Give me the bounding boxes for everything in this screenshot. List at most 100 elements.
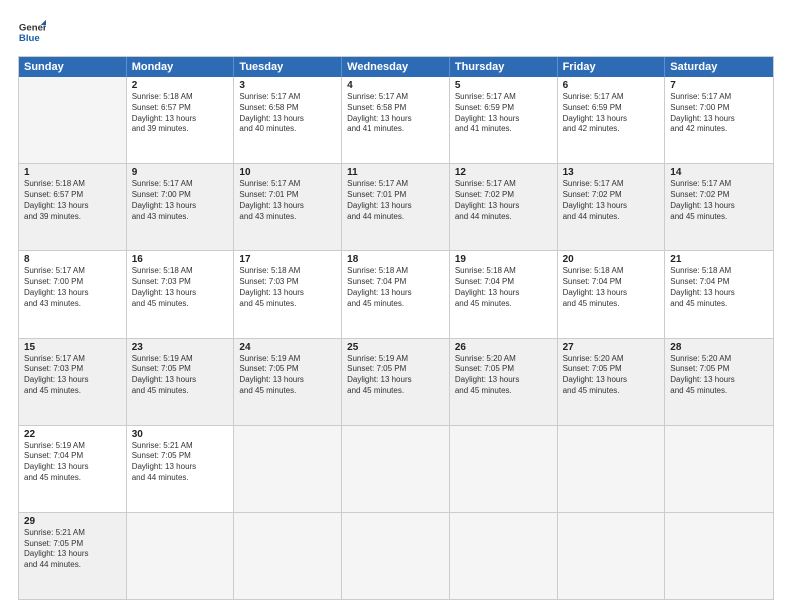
cell-info: Sunrise: 5:17 AMSunset: 6:59 PMDaylight:… <box>563 92 660 135</box>
day-number: 10 <box>239 167 336 178</box>
calendar-row: 15Sunrise: 5:17 AMSunset: 7:03 PMDayligh… <box>19 338 773 425</box>
calendar-body: 2Sunrise: 5:18 AMSunset: 6:57 PMDaylight… <box>19 77 773 599</box>
day-number: 27 <box>563 342 660 353</box>
cell-info: Sunrise: 5:18 AMSunset: 7:04 PMDaylight:… <box>563 266 660 309</box>
day-number: 8 <box>24 254 121 265</box>
day-number: 18 <box>347 254 444 265</box>
calendar-cell: 24Sunrise: 5:19 AMSunset: 7:05 PMDayligh… <box>234 339 342 425</box>
cell-info: Sunrise: 5:20 AMSunset: 7:05 PMDaylight:… <box>670 354 768 397</box>
calendar-cell: 15Sunrise: 5:17 AMSunset: 7:03 PMDayligh… <box>19 339 127 425</box>
calendar-cell: 7Sunrise: 5:17 AMSunset: 7:00 PMDaylight… <box>665 77 773 163</box>
calendar-cell <box>450 426 558 512</box>
calendar-cell: 23Sunrise: 5:19 AMSunset: 7:05 PMDayligh… <box>127 339 235 425</box>
cell-info: Sunrise: 5:17 AMSunset: 6:58 PMDaylight:… <box>239 92 336 135</box>
calendar-cell: 29Sunrise: 5:21 AMSunset: 7:05 PMDayligh… <box>19 513 127 599</box>
calendar-row: 8Sunrise: 5:17 AMSunset: 7:00 PMDaylight… <box>19 250 773 337</box>
weekday-header: Saturday <box>665 57 773 77</box>
day-number: 1 <box>24 167 121 178</box>
day-number: 22 <box>24 429 121 440</box>
day-number: 12 <box>455 167 552 178</box>
calendar: SundayMondayTuesdayWednesdayThursdayFrid… <box>18 56 774 600</box>
calendar-cell: 21Sunrise: 5:18 AMSunset: 7:04 PMDayligh… <box>665 251 773 337</box>
cell-info: Sunrise: 5:21 AMSunset: 7:05 PMDaylight:… <box>132 441 229 484</box>
calendar-cell: 30Sunrise: 5:21 AMSunset: 7:05 PMDayligh… <box>127 426 235 512</box>
cell-info: Sunrise: 5:17 AMSunset: 7:02 PMDaylight:… <box>455 179 552 222</box>
calendar-cell <box>342 426 450 512</box>
day-number: 25 <box>347 342 444 353</box>
calendar-cell: 9Sunrise: 5:17 AMSunset: 7:00 PMDaylight… <box>127 164 235 250</box>
day-number: 6 <box>563 80 660 91</box>
day-number: 7 <box>670 80 768 91</box>
day-number: 13 <box>563 167 660 178</box>
day-number: 23 <box>132 342 229 353</box>
cell-info: Sunrise: 5:19 AMSunset: 7:05 PMDaylight:… <box>347 354 444 397</box>
calendar-cell: 10Sunrise: 5:17 AMSunset: 7:01 PMDayligh… <box>234 164 342 250</box>
logo-icon: General Blue <box>18 18 46 46</box>
day-number: 30 <box>132 429 229 440</box>
calendar-cell <box>558 513 666 599</box>
cell-info: Sunrise: 5:18 AMSunset: 7:04 PMDaylight:… <box>347 266 444 309</box>
calendar-cell <box>665 513 773 599</box>
calendar-cell: 20Sunrise: 5:18 AMSunset: 7:04 PMDayligh… <box>558 251 666 337</box>
calendar-header: SundayMondayTuesdayWednesdayThursdayFrid… <box>19 57 773 77</box>
calendar-cell: 25Sunrise: 5:19 AMSunset: 7:05 PMDayligh… <box>342 339 450 425</box>
cell-info: Sunrise: 5:18 AMSunset: 7:04 PMDaylight:… <box>455 266 552 309</box>
svg-text:Blue: Blue <box>19 33 40 44</box>
cell-info: Sunrise: 5:17 AMSunset: 7:02 PMDaylight:… <box>670 179 768 222</box>
day-number: 5 <box>455 80 552 91</box>
calendar-cell: 6Sunrise: 5:17 AMSunset: 6:59 PMDaylight… <box>558 77 666 163</box>
cell-info: Sunrise: 5:19 AMSunset: 7:05 PMDaylight:… <box>132 354 229 397</box>
calendar-cell: 22Sunrise: 5:19 AMSunset: 7:04 PMDayligh… <box>19 426 127 512</box>
day-number: 2 <box>132 80 229 91</box>
weekday-header: Thursday <box>450 57 558 77</box>
day-number: 21 <box>670 254 768 265</box>
cell-info: Sunrise: 5:18 AMSunset: 7:03 PMDaylight:… <box>239 266 336 309</box>
calendar-cell: 14Sunrise: 5:17 AMSunset: 7:02 PMDayligh… <box>665 164 773 250</box>
calendar-cell: 16Sunrise: 5:18 AMSunset: 7:03 PMDayligh… <box>127 251 235 337</box>
day-number: 4 <box>347 80 444 91</box>
weekday-header: Tuesday <box>234 57 342 77</box>
calendar-cell: 12Sunrise: 5:17 AMSunset: 7:02 PMDayligh… <box>450 164 558 250</box>
calendar-cell <box>127 513 235 599</box>
calendar-cell: 1Sunrise: 5:18 AMSunset: 6:57 PMDaylight… <box>19 164 127 250</box>
weekday-header: Wednesday <box>342 57 450 77</box>
cell-info: Sunrise: 5:18 AMSunset: 6:57 PMDaylight:… <box>132 92 229 135</box>
calendar-cell <box>234 513 342 599</box>
calendar-cell <box>342 513 450 599</box>
calendar-cell: 11Sunrise: 5:17 AMSunset: 7:01 PMDayligh… <box>342 164 450 250</box>
day-number: 26 <box>455 342 552 353</box>
cell-info: Sunrise: 5:18 AMSunset: 7:03 PMDaylight:… <box>132 266 229 309</box>
calendar-cell: 26Sunrise: 5:20 AMSunset: 7:05 PMDayligh… <box>450 339 558 425</box>
cell-info: Sunrise: 5:19 AMSunset: 7:04 PMDaylight:… <box>24 441 121 484</box>
day-number: 14 <box>670 167 768 178</box>
cell-info: Sunrise: 5:17 AMSunset: 7:02 PMDaylight:… <box>563 179 660 222</box>
day-number: 19 <box>455 254 552 265</box>
cell-info: Sunrise: 5:17 AMSunset: 7:01 PMDaylight:… <box>347 179 444 222</box>
cell-info: Sunrise: 5:17 AMSunset: 7:03 PMDaylight:… <box>24 354 121 397</box>
day-number: 11 <box>347 167 444 178</box>
calendar-cell <box>234 426 342 512</box>
cell-info: Sunrise: 5:18 AMSunset: 7:04 PMDaylight:… <box>670 266 768 309</box>
calendar-row: 2Sunrise: 5:18 AMSunset: 6:57 PMDaylight… <box>19 77 773 163</box>
header: General Blue <box>18 18 774 46</box>
calendar-cell: 4Sunrise: 5:17 AMSunset: 6:58 PMDaylight… <box>342 77 450 163</box>
cell-info: Sunrise: 5:19 AMSunset: 7:05 PMDaylight:… <box>239 354 336 397</box>
cell-info: Sunrise: 5:17 AMSunset: 6:58 PMDaylight:… <box>347 92 444 135</box>
calendar-cell: 19Sunrise: 5:18 AMSunset: 7:04 PMDayligh… <box>450 251 558 337</box>
calendar-cell: 8Sunrise: 5:17 AMSunset: 7:00 PMDaylight… <box>19 251 127 337</box>
calendar-cell: 18Sunrise: 5:18 AMSunset: 7:04 PMDayligh… <box>342 251 450 337</box>
calendar-cell <box>558 426 666 512</box>
calendar-row: 22Sunrise: 5:19 AMSunset: 7:04 PMDayligh… <box>19 425 773 512</box>
cell-info: Sunrise: 5:21 AMSunset: 7:05 PMDaylight:… <box>24 528 121 571</box>
calendar-cell: 2Sunrise: 5:18 AMSunset: 6:57 PMDaylight… <box>127 77 235 163</box>
cell-info: Sunrise: 5:17 AMSunset: 7:00 PMDaylight:… <box>132 179 229 222</box>
cell-info: Sunrise: 5:20 AMSunset: 7:05 PMDaylight:… <box>563 354 660 397</box>
weekday-header: Monday <box>127 57 235 77</box>
cell-info: Sunrise: 5:17 AMSunset: 7:01 PMDaylight:… <box>239 179 336 222</box>
day-number: 3 <box>239 80 336 91</box>
calendar-row: 1Sunrise: 5:18 AMSunset: 6:57 PMDaylight… <box>19 163 773 250</box>
weekday-header: Friday <box>558 57 666 77</box>
page: General Blue SundayMondayTuesdayWednesda… <box>0 0 792 612</box>
cell-info: Sunrise: 5:17 AMSunset: 6:59 PMDaylight:… <box>455 92 552 135</box>
calendar-cell: 28Sunrise: 5:20 AMSunset: 7:05 PMDayligh… <box>665 339 773 425</box>
